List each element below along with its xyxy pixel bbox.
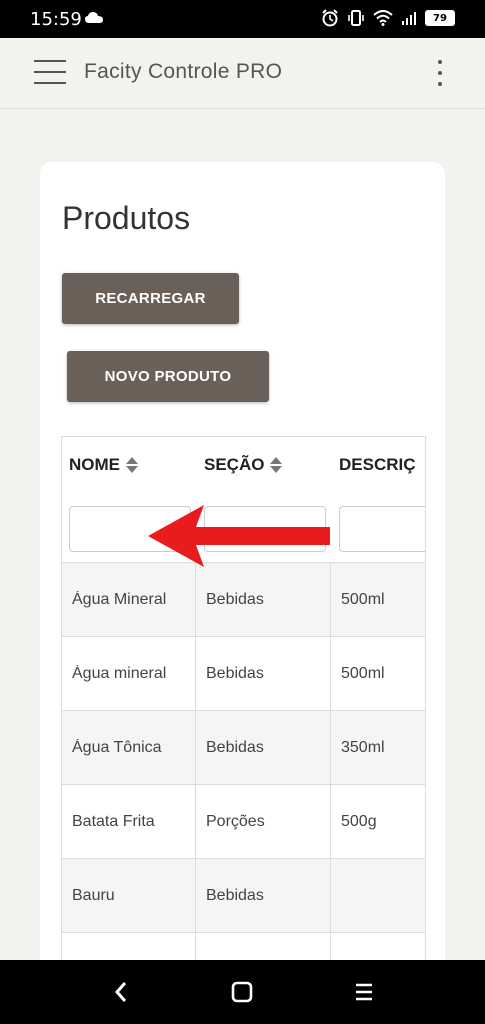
column-header-nome[interactable]: NOME <box>69 455 138 475</box>
column-label-nome: NOME <box>69 455 120 474</box>
recent-apps-icon[interactable] <box>352 980 376 1004</box>
table-row[interactable]: Bauru Bebidas <box>62 858 425 932</box>
cell-nome: Água Tônica <box>62 711 196 784</box>
app-title: Facity Controle PRO <box>84 60 283 83</box>
battery-level: 79 <box>433 12 447 24</box>
table-row[interactable]: Batata Frita Porções 500g <box>62 784 425 858</box>
column-label-secao: SEÇÃO <box>204 455 265 474</box>
system-nav-bar <box>0 960 485 1024</box>
products-card: Produtos RECARREGAR NOVO PRODUTO NOME SE… <box>40 162 445 982</box>
hamburger-menu-icon[interactable] <box>34 60 66 86</box>
column-label-descricao: DESCRIÇ <box>339 455 416 474</box>
battery-icon: 79 <box>425 10 455 26</box>
signal-icon <box>402 12 416 25</box>
sort-icon[interactable] <box>270 457 283 473</box>
cell-secao: Bebidas <box>196 711 331 784</box>
cell-secao: Bebidas <box>196 563 331 636</box>
table-row[interactable]: Água Tônica Bebidas 350ml <box>62 710 425 784</box>
status-bar: 15:59 79 <box>0 0 485 38</box>
cell-descricao: 500g <box>341 812 377 830</box>
cell-descricao: 500ml <box>341 664 385 682</box>
page-title: Produtos <box>62 200 191 236</box>
column-header-descricao[interactable]: DESCRIÇ <box>339 455 416 475</box>
cloud-icon <box>85 12 103 23</box>
cell-descricao: 350ml <box>341 738 385 756</box>
alarm-icon <box>322 9 338 27</box>
vibrate-icon <box>348 10 364 26</box>
cell-nome: Batata Frita <box>62 785 196 858</box>
cell-secao: Porções <box>196 785 331 858</box>
wifi-icon <box>373 10 393 26</box>
cell-descricao: 500ml <box>341 590 385 608</box>
filter-descricao-input[interactable] <box>339 506 425 552</box>
more-vert-icon[interactable] <box>430 60 450 86</box>
reload-button[interactable]: RECARREGAR <box>62 273 239 324</box>
new-product-button[interactable]: NOVO PRODUTO <box>67 351 269 402</box>
back-icon[interactable] <box>110 980 132 1004</box>
column-header-secao[interactable]: SEÇÃO <box>204 455 283 475</box>
home-icon[interactable] <box>230 980 254 1004</box>
sort-icon[interactable] <box>126 457 138 473</box>
table-row[interactable]: Àgua mineral Bebidas 500ml <box>62 636 425 710</box>
cell-descricao <box>331 859 425 932</box>
cell-nome: Água Mineral <box>62 563 196 636</box>
cell-nome: Bauru <box>62 859 196 932</box>
status-time: 15:59 <box>30 9 82 30</box>
cell-secao: Bebidas <box>196 859 331 932</box>
cell-secao: Bebidas <box>196 637 331 710</box>
cell-nome: Àgua mineral <box>62 637 196 710</box>
red-arrow-left-icon <box>148 505 330 567</box>
app-bar: Facity Controle PRO <box>0 38 485 109</box>
table-row[interactable]: Água Mineral Bebidas 500ml <box>62 562 425 636</box>
